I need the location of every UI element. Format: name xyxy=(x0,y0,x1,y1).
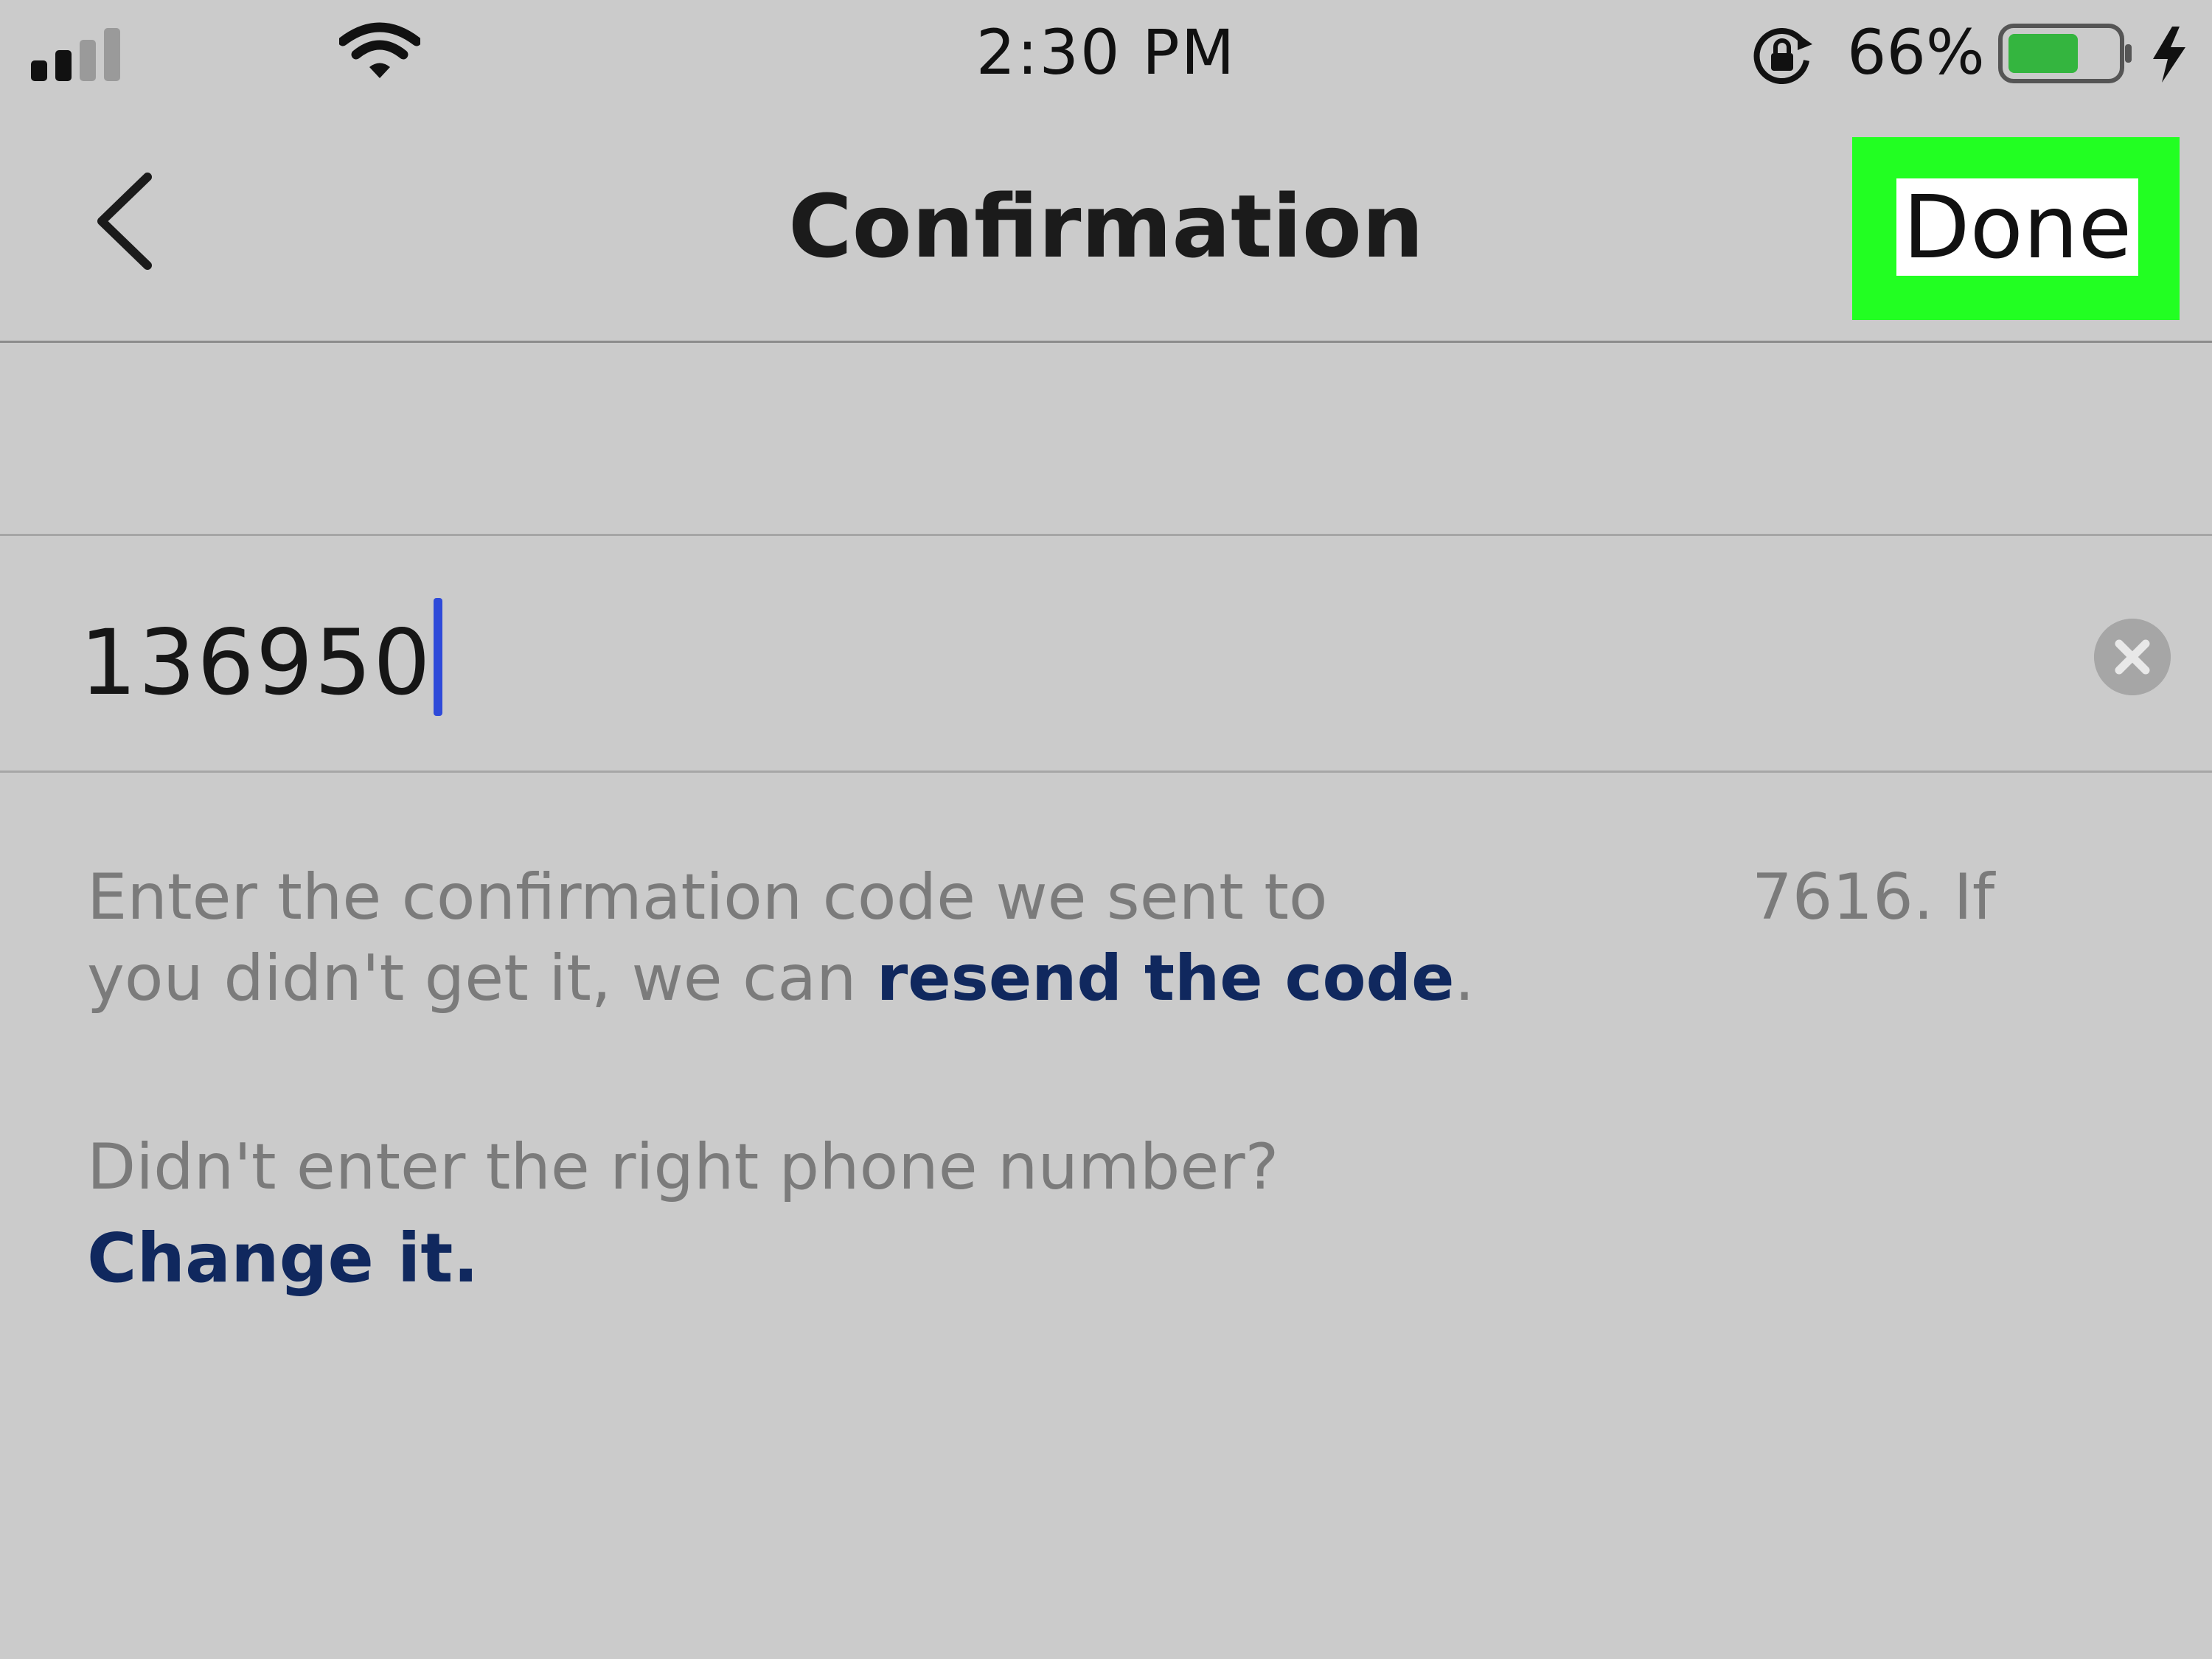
resend-code-link[interactable]: resend the code xyxy=(877,942,1455,1015)
battery-percent: 66% xyxy=(1847,16,1985,88)
code-value: 136950 xyxy=(80,611,432,715)
status-bar: 2:30 PM 66% xyxy=(0,0,2212,111)
text-caret xyxy=(433,598,442,716)
instructions-line-2-suffix: . xyxy=(1454,942,1475,1015)
clear-circle-icon[interactable] xyxy=(2094,619,2171,695)
phone-number-tail: 7616. If xyxy=(1752,860,1995,934)
navigation-bar: Confirmation Done xyxy=(0,111,2212,343)
done-highlight: Done xyxy=(1852,137,2180,320)
charging-bolt-icon xyxy=(2153,27,2185,83)
instructions-line-2: you didn't get it, we can resend the cod… xyxy=(87,938,2048,1019)
battery-icon xyxy=(1998,24,2132,83)
instructions-line-2-prefix: you didn't get it, we can xyxy=(87,942,877,1015)
code-input[interactable]: 136950 xyxy=(80,598,442,716)
rotation-lock-icon xyxy=(1753,28,1812,84)
done-button[interactable]: Done xyxy=(1896,178,2138,276)
confirmation-code-field[interactable]: 136950 xyxy=(0,534,2212,773)
change-number-link[interactable]: Change it. xyxy=(87,1218,479,1299)
wrong-number-question: Didn't enter the right phone number? xyxy=(87,1130,1279,1204)
